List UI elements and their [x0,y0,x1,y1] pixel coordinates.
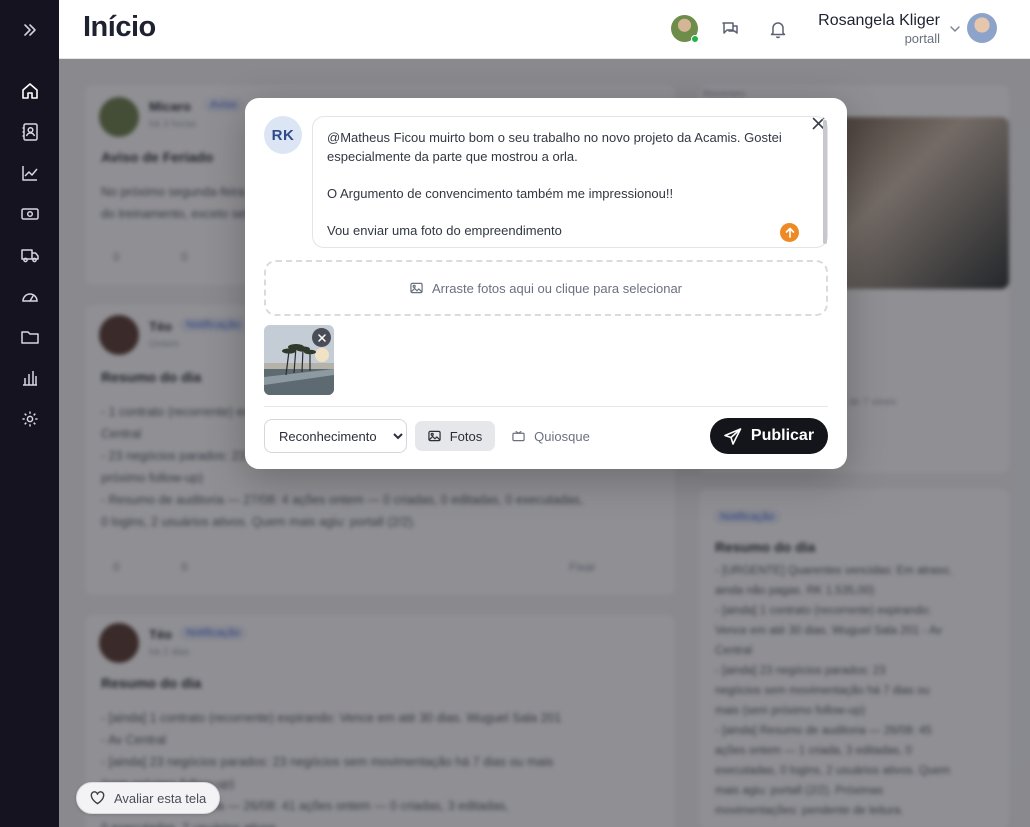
photo-dropzone[interactable]: Arraste fotos aqui ou clique para seleci… [264,260,828,316]
send-icon [724,427,742,445]
heart-icon [90,791,105,805]
page-title: Início [83,11,156,43]
post-text-line [327,203,809,222]
user-avatar[interactable] [967,13,997,43]
contacts-icon [22,122,38,141]
post-text-input[interactable]: @Matheus Ficou muirto bom o seu trabalho… [312,116,828,248]
new-post-modal: RK @Matheus Ficou muirto bom o seu traba… [245,98,847,469]
kiosk-button[interactable]: Quiosque [505,421,597,451]
sidebar-item-reports[interactable] [0,357,59,398]
sidebar [0,0,59,827]
status-avatar[interactable] [671,15,699,43]
rate-screen-button[interactable]: Avaliar esta tela [76,782,220,814]
publish-button[interactable]: Publicar [710,418,828,454]
divider [264,406,828,407]
double-chevron-right-icon [23,23,36,36]
user-name[interactable]: Rosangela Kliger [818,12,940,30]
author-avatar: RK [264,116,302,154]
post-text-line: @Matheus Ficou muirto bom o seu trabalho… [327,130,782,164]
chevron-down-icon[interactable] [948,22,962,36]
kiosk-icon [512,430,525,442]
online-indicator [691,35,699,43]
dropzone-label: Arraste fotos aqui ou clique para seleci… [431,280,683,296]
photos-button-label: Fotos [449,428,483,444]
gear-icon [22,411,37,426]
line-chart-icon [21,165,38,181]
image-icon [428,430,441,442]
upload-badge-button[interactable] [780,223,799,242]
home-icon [21,82,38,99]
sidebar-item-home[interactable] [0,70,59,111]
arrow-up-icon [785,227,794,238]
sidebar-item-finance[interactable] [0,193,59,234]
bar-chart-icon [22,370,37,386]
post-type-select[interactable]: Reconhecimento [264,419,407,453]
top-header: Início Rosangela Kliger portall [59,0,1030,59]
text-scrollbar[interactable] [823,120,827,244]
chat-button[interactable] [718,17,742,41]
post-text-line: O Argumento de convencimento também me i… [327,185,674,201]
remove-photo-button[interactable] [312,328,331,347]
close-icon [317,333,326,342]
sidebar-item-delivery[interactable] [0,234,59,275]
notifications-button[interactable] [766,17,790,41]
sidebar-item-dashboard[interactable] [0,275,59,316]
publish-button-label: Publicar [750,427,815,444]
money-icon [20,207,39,220]
sidebar-item-settings[interactable] [0,398,59,439]
photos-button[interactable]: Fotos [415,421,495,451]
post-text-line [327,166,809,185]
sidebar-item-files[interactable] [0,316,59,357]
folder-icon [20,330,39,344]
chat-icon [722,22,738,34]
image-icon [410,282,423,294]
expand-sidebar-button[interactable] [0,0,59,59]
bell-icon [770,22,786,39]
user-org: portall [904,31,940,46]
kiosk-button-label: Quiosque [534,428,590,444]
rate-screen-label: Avaliar esta tela [114,790,207,806]
gauge-icon [21,292,38,302]
truck-icon [20,248,39,262]
sidebar-nav [0,70,59,439]
post-text-line: Vou enviar uma foto do empreendimento [327,222,562,238]
sidebar-item-contacts[interactable] [0,111,59,152]
sidebar-item-analytics[interactable] [0,152,59,193]
